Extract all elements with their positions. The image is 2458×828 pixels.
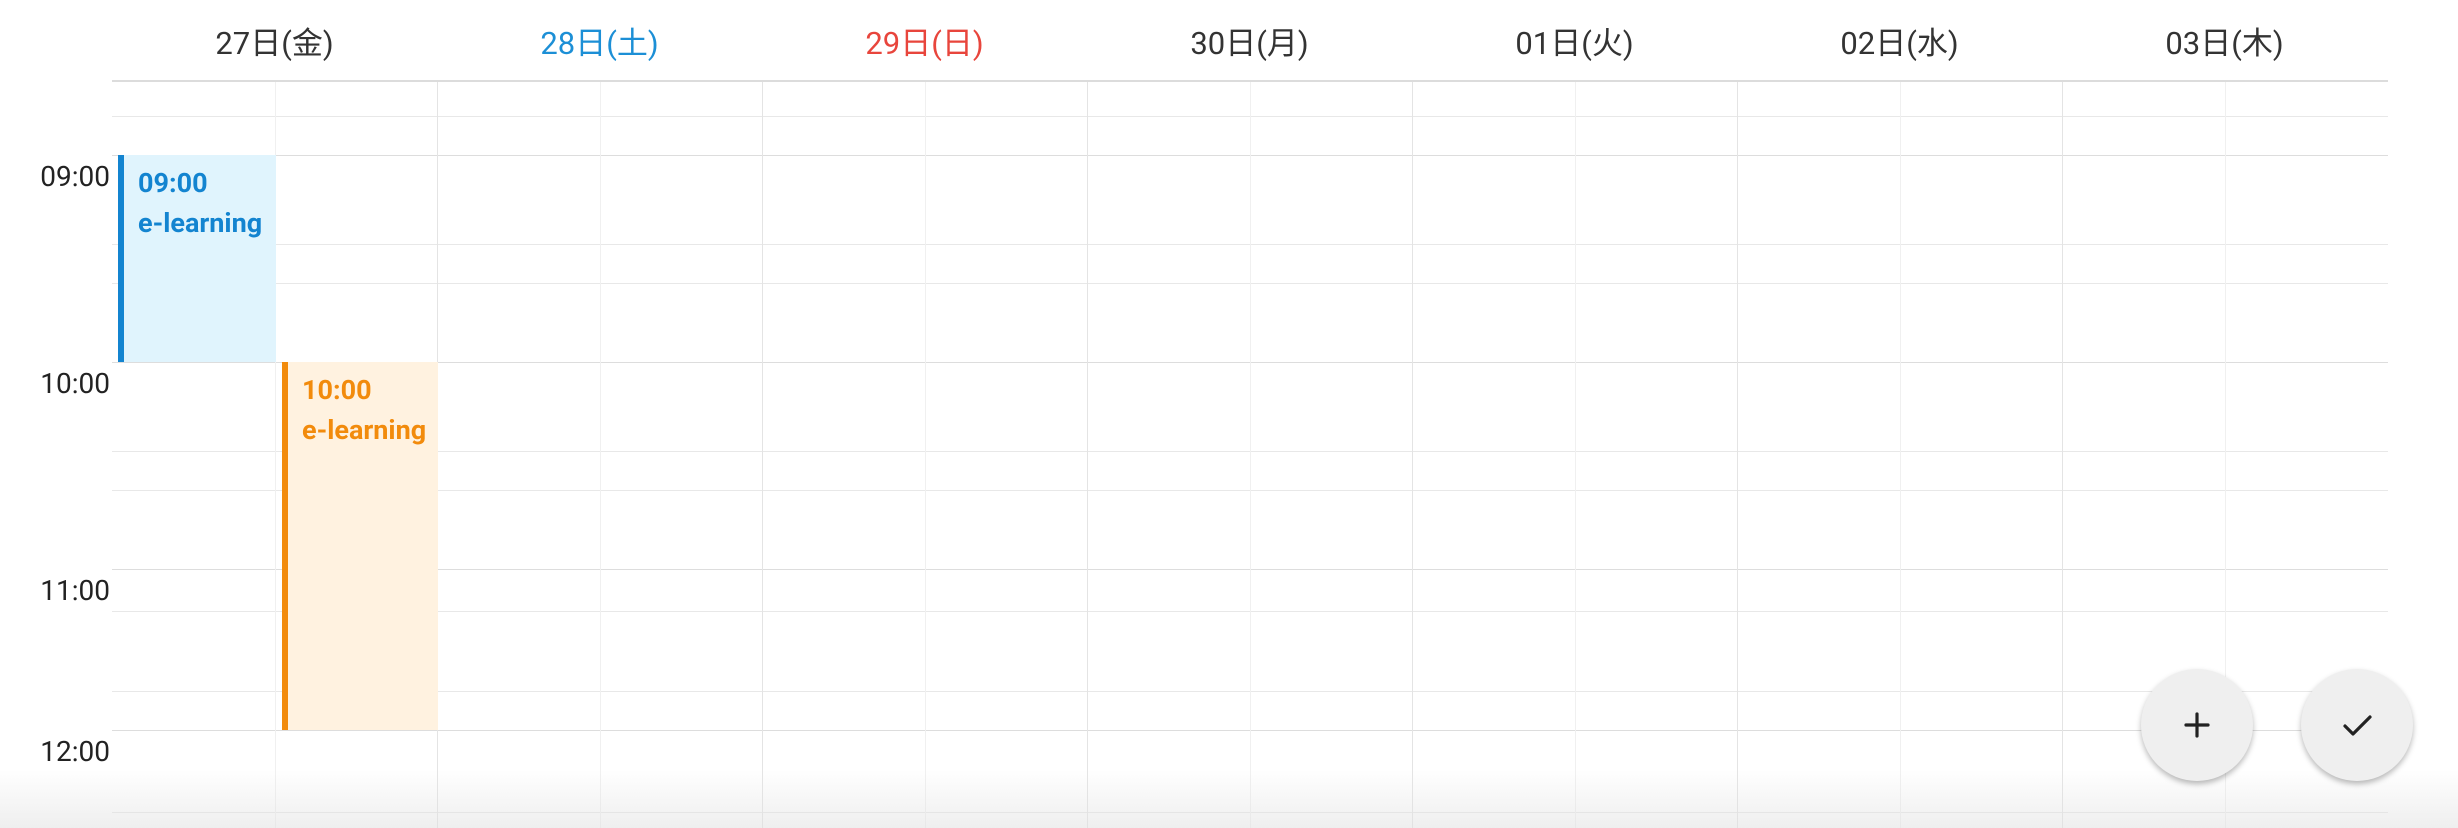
day-header-30[interactable]: 30日(月): [1087, 0, 1412, 80]
grid-line: [1250, 82, 1251, 828]
event-time: 09:00: [138, 167, 208, 199]
day-header-02[interactable]: 02日(水): [1737, 0, 2062, 80]
grid-line: [600, 82, 601, 828]
time-label-1200: 12:00: [40, 735, 110, 768]
event-time: 10:00: [302, 374, 372, 406]
day-header-28[interactable]: 28日(土): [437, 0, 762, 80]
grid-line: [1900, 82, 1901, 828]
week-header: 27日(金) 28日(土) 29日(日) 30日(月) 01日(火) 02日(水…: [112, 0, 2388, 82]
event-title: e-learning: [302, 414, 427, 446]
grid-line: [925, 82, 926, 828]
time-label-1100: 11:00: [40, 574, 110, 607]
grid-line: [1087, 82, 1088, 828]
grid-line: [1575, 82, 1576, 828]
event-title: e-learning: [138, 207, 263, 239]
grid-line: [1412, 82, 1413, 828]
grid-line: [1737, 82, 1738, 828]
check-icon: [2343, 715, 2372, 736]
day-header-27[interactable]: 27日(金): [112, 0, 437, 80]
event-block[interactable]: 09:00 e-learning: [118, 155, 276, 362]
day-header-03[interactable]: 03日(木): [2062, 0, 2387, 80]
plus-icon: [2184, 712, 2210, 738]
schedule-grid[interactable]: 09:00 e-learning 10:00 e-learning: [112, 82, 2388, 828]
day-header-01[interactable]: 01日(火): [1412, 0, 1737, 80]
event-block[interactable]: 10:00 e-learning: [282, 362, 438, 730]
time-label-0900: 09:00: [40, 160, 110, 193]
grid-line: [762, 82, 763, 828]
day-header-29[interactable]: 29日(日): [762, 0, 1087, 80]
grid-line: [2062, 82, 2063, 828]
confirm-button[interactable]: [2301, 669, 2413, 781]
add-button[interactable]: [2141, 669, 2253, 781]
time-label-1000: 10:00: [40, 367, 110, 400]
